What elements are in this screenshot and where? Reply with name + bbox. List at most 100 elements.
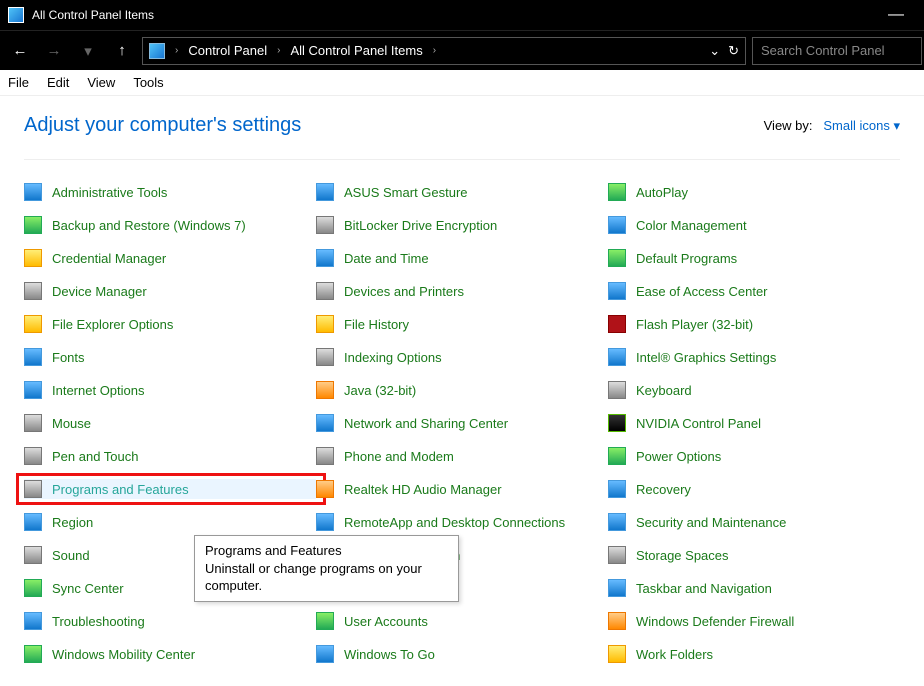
- cpl-item[interactable]: Windows Mobility Center: [24, 644, 316, 664]
- item-label: Region: [52, 515, 93, 530]
- item-icon: [24, 249, 42, 267]
- item-icon: [608, 249, 626, 267]
- page-title: Adjust your computer's settings: [24, 114, 764, 137]
- cpl-item[interactable]: Windows Defender Firewall: [608, 611, 900, 631]
- item-label: Color Management: [636, 218, 747, 233]
- item-icon: [608, 381, 626, 399]
- refresh-button[interactable]: ↻: [728, 43, 739, 59]
- search-input[interactable]: Search Control Panel: [752, 37, 922, 65]
- cpl-item[interactable]: Device Manager: [24, 281, 316, 301]
- chevron-icon[interactable]: ›: [277, 45, 280, 56]
- menu-edit[interactable]: Edit: [47, 75, 69, 90]
- view-by-label: View by:: [764, 118, 813, 133]
- item-icon: [316, 414, 334, 432]
- item-icon: [24, 414, 42, 432]
- item-icon: [24, 282, 42, 300]
- cpl-item[interactable]: Color Management: [608, 215, 900, 235]
- cpl-item[interactable]: Network and Sharing Center: [316, 413, 608, 433]
- item-icon: [24, 447, 42, 465]
- cpl-item[interactable]: Region: [24, 512, 316, 532]
- cpl-item[interactable]: Taskbar and Navigation: [608, 578, 900, 598]
- cpl-item[interactable]: Java (32-bit): [316, 380, 608, 400]
- item-label: Windows Defender Firewall: [636, 614, 794, 629]
- menu-file[interactable]: File: [8, 75, 29, 90]
- item-icon: [24, 315, 42, 333]
- cpl-item[interactable]: Security and Maintenance: [608, 512, 900, 532]
- cpl-item[interactable]: Flash Player (32-bit): [608, 314, 900, 334]
- item-label: Devices and Printers: [344, 284, 464, 299]
- cpl-item[interactable]: Pen and Touch: [24, 446, 316, 466]
- cpl-item[interactable]: BitLocker Drive Encryption: [316, 215, 608, 235]
- cpl-item[interactable]: File Explorer Options: [24, 314, 316, 334]
- cpl-item[interactable]: User Accounts: [316, 611, 608, 631]
- cpl-item[interactable]: File History: [316, 314, 608, 334]
- item-label: Programs and Features: [52, 482, 189, 497]
- items-grid: Administrative ToolsASUS Smart GestureAu…: [24, 159, 900, 664]
- item-label: Windows To Go: [344, 647, 435, 662]
- view-by-dropdown[interactable]: Small icons ▾: [823, 118, 900, 133]
- cpl-item[interactable]: ASUS Smart Gesture: [316, 182, 608, 202]
- item-label: File History: [344, 317, 409, 332]
- cpl-item[interactable]: Recovery: [608, 479, 900, 499]
- menu-view[interactable]: View: [87, 75, 115, 90]
- cpl-item[interactable]: NVIDIA Control Panel: [608, 413, 900, 433]
- item-label: Flash Player (32-bit): [636, 317, 753, 332]
- item-label: Realtek HD Audio Manager: [344, 482, 502, 497]
- cpl-item[interactable]: Indexing Options: [316, 347, 608, 367]
- item-label: Power Options: [636, 449, 721, 464]
- cpl-item[interactable]: Realtek HD Audio Manager: [316, 479, 608, 499]
- menu-tools[interactable]: Tools: [133, 75, 163, 90]
- cpl-item[interactable]: Power Options: [608, 446, 900, 466]
- breadcrumb[interactable]: All Control Panel Items: [290, 43, 422, 58]
- item-icon: [316, 513, 334, 531]
- item-label: Recovery: [636, 482, 691, 497]
- cpl-item[interactable]: Date and Time: [316, 248, 608, 268]
- breadcrumb[interactable]: Control Panel: [188, 43, 267, 58]
- item-icon: [608, 447, 626, 465]
- cpl-item[interactable]: Storage Spaces: [608, 545, 900, 565]
- item-label: Credential Manager: [52, 251, 166, 266]
- item-label: Sound: [52, 548, 90, 563]
- cpl-item[interactable]: Fonts: [24, 347, 316, 367]
- cpl-item[interactable]: Internet Options: [24, 380, 316, 400]
- tooltip-title: Programs and Features: [205, 542, 448, 560]
- tooltip: Programs and Features Uninstall or chang…: [194, 535, 459, 602]
- window-title: All Control Panel Items: [32, 8, 876, 22]
- chevron-icon[interactable]: ›: [175, 45, 178, 56]
- cpl-item[interactable]: Work Folders: [608, 644, 900, 664]
- forward-button[interactable]: →: [40, 37, 68, 65]
- cpl-item[interactable]: Troubleshooting: [24, 611, 316, 631]
- heading-row: Adjust your computer's settings View by:…: [24, 114, 900, 137]
- address-dropdown[interactable]: ⌄: [709, 43, 720, 59]
- minimize-button[interactable]: —: [876, 6, 916, 24]
- item-label: Indexing Options: [344, 350, 442, 365]
- cpl-item[interactable]: Intel® Graphics Settings: [608, 347, 900, 367]
- item-icon: [24, 612, 42, 630]
- chevron-icon[interactable]: ›: [433, 45, 436, 56]
- history-dropdown[interactable]: ▾: [74, 37, 102, 65]
- item-label: Troubleshooting: [52, 614, 145, 629]
- item-label: BitLocker Drive Encryption: [344, 218, 497, 233]
- cpl-item[interactable]: Keyboard: [608, 380, 900, 400]
- item-label: Java (32-bit): [344, 383, 416, 398]
- back-button[interactable]: ←: [6, 37, 34, 65]
- up-button[interactable]: ↑: [108, 37, 136, 65]
- cpl-item[interactable]: AutoPlay: [608, 182, 900, 202]
- cpl-item[interactable]: Backup and Restore (Windows 7): [24, 215, 316, 235]
- cpl-item[interactable]: Mouse: [24, 413, 316, 433]
- cpl-item[interactable]: Devices and Printers: [316, 281, 608, 301]
- cpl-item[interactable]: Ease of Access Center: [608, 281, 900, 301]
- cpl-item[interactable]: Windows To Go: [316, 644, 608, 664]
- item-icon: [316, 249, 334, 267]
- cpl-item[interactable]: Credential Manager: [24, 248, 316, 268]
- cpl-item[interactable]: Default Programs: [608, 248, 900, 268]
- control-panel-icon: [8, 7, 24, 23]
- cpl-item[interactable]: Programs and Features: [24, 479, 316, 499]
- cpl-item[interactable]: Administrative Tools: [24, 182, 316, 202]
- cpl-item[interactable]: RemoteApp and Desktop Connections: [316, 512, 608, 532]
- address-bar[interactable]: › Control Panel › All Control Panel Item…: [142, 37, 746, 65]
- item-label: Taskbar and Navigation: [636, 581, 772, 596]
- item-icon: [24, 348, 42, 366]
- item-icon: [24, 579, 42, 597]
- cpl-item[interactable]: Phone and Modem: [316, 446, 608, 466]
